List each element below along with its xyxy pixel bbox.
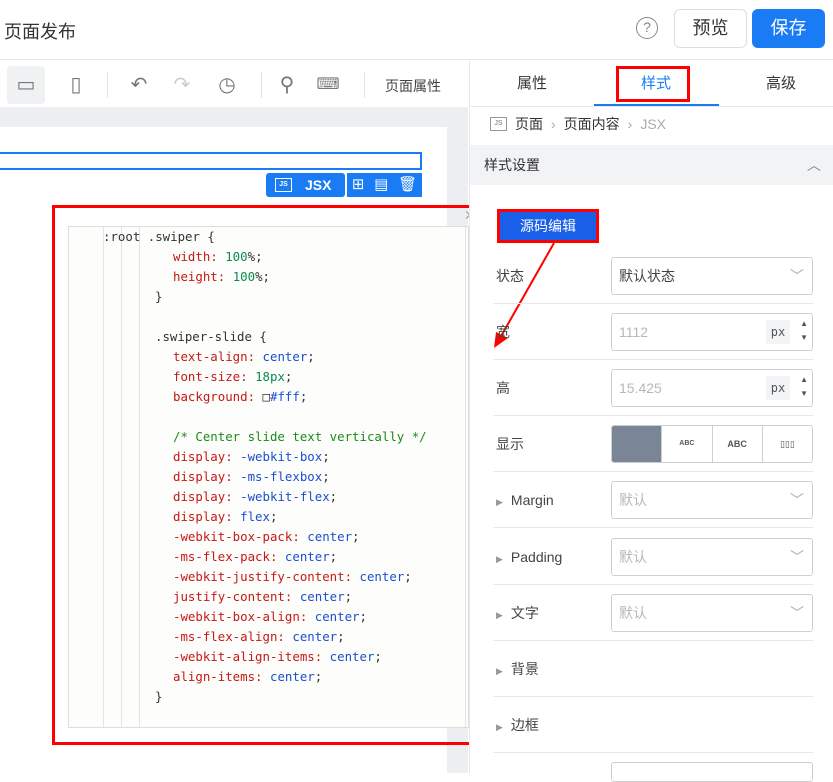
code-line: -webkit-justify-content: center; xyxy=(173,569,412,584)
tab-properties[interactable]: 属性 xyxy=(477,61,587,106)
element-actions: ⊞ ▤ 🗑 xyxy=(347,173,422,197)
keyboard-icon[interactable]: ⌨ xyxy=(309,66,347,104)
height-input[interactable]: 15.425 px ▲ ▼ xyxy=(611,369,813,407)
breadcrumb: JS 页面 › 页面内容 › JSX xyxy=(490,113,666,135)
code-line: width: 100%; xyxy=(173,249,263,264)
style-settings-header[interactable]: 样式设置 ︿ xyxy=(470,145,833,185)
add-icon[interactable]: ⊞ xyxy=(352,173,365,197)
display-inline-block[interactable]: ABC xyxy=(711,426,762,462)
unit-label: px xyxy=(766,320,790,344)
text-row[interactable]: ▶ 文字 默认 ﹀ xyxy=(493,585,813,641)
code-line: -webkit-box-pack: center; xyxy=(173,529,360,544)
code-line: display: -ms-flexbox; xyxy=(173,469,330,484)
unit-label: px xyxy=(766,376,790,400)
state-label: 状态 xyxy=(496,268,524,284)
state-select[interactable]: 默认状态 ﹀ xyxy=(611,257,813,295)
partial-field[interactable] xyxy=(611,762,813,782)
padding-row[interactable]: ▶ Padding 默认 ﹀ xyxy=(493,529,813,585)
jsx-button[interactable]: JS JSX xyxy=(266,173,345,197)
jsx-label: JSX xyxy=(305,177,332,193)
divider xyxy=(364,72,365,98)
display-label: 显示 xyxy=(496,436,524,452)
code-line: display: flex; xyxy=(173,509,278,524)
chevron-up-icon: ︿ xyxy=(807,157,821,173)
code-line: text-align: center; xyxy=(173,349,315,364)
delete-icon[interactable]: 🗑 xyxy=(398,173,417,197)
code-line: background: □#fff; xyxy=(173,389,308,404)
width-label: 宽 xyxy=(496,324,510,340)
code-line: justify-content: center; xyxy=(173,589,353,604)
width-row: 宽 1112 px ▲ ▼ xyxy=(493,304,813,360)
code-content[interactable]: :root .swiper { width: 100%; height: 100%;… xyxy=(103,227,427,707)
breadcrumb-item: JSX xyxy=(640,116,667,132)
redo-icon[interactable]: ↷ xyxy=(163,66,201,104)
code-line: -ms-flex-align: center; xyxy=(173,629,345,644)
stepper-icon: ▲ ▼ xyxy=(800,319,808,342)
selected-element[interactable] xyxy=(0,152,422,170)
js-icon: JS xyxy=(490,117,507,131)
margin-row[interactable]: ▶ Margin 默认 ﹀ xyxy=(493,472,813,528)
chevron-down-icon: ﹀ xyxy=(790,268,804,284)
divider xyxy=(107,72,108,98)
search-icon[interactable]: ⚲ xyxy=(268,66,306,104)
code-line: display: -webkit-flex; xyxy=(173,489,338,504)
copy-icon[interactable]: ▤ xyxy=(374,173,388,197)
display-block[interactable] xyxy=(612,426,662,462)
code-line: .swiper-slide { xyxy=(155,329,267,344)
state-row: 状态 默认状态 ﹀ xyxy=(493,248,813,304)
save-button[interactable]: 保存 xyxy=(752,9,825,48)
code-line: -ms-flex-pack: center; xyxy=(173,549,338,564)
display-inline[interactable]: ABC xyxy=(661,426,711,462)
height-label: 高 xyxy=(496,380,510,396)
code-line: :root .swiper { xyxy=(103,229,215,244)
code-line: } xyxy=(155,289,163,304)
section-title: 样式设置 xyxy=(484,157,540,173)
width-input[interactable]: 1112 px ▲ ▼ xyxy=(611,313,813,351)
tab-advanced[interactable]: 高级 xyxy=(726,61,833,106)
code-line: align-items: center; xyxy=(173,669,323,684)
display-segmented[interactable]: ABC ABC ▯▯▯ xyxy=(611,425,813,463)
desktop-icon[interactable]: ▭ xyxy=(7,66,45,104)
code-line: } xyxy=(155,689,163,704)
margin-label: Margin xyxy=(510,492,554,508)
height-row: 高 15.425 px ▲ ▼ xyxy=(493,360,813,416)
border-row[interactable]: ▶ 边框 xyxy=(493,697,813,753)
history-icon[interactable]: ◷ xyxy=(208,66,246,104)
code-line: -webkit-align-items: center; xyxy=(173,649,382,664)
js-icon: JS xyxy=(275,178,292,192)
text-select[interactable]: 默认 ﹀ xyxy=(611,594,813,632)
background-row[interactable]: ▶ 背景 xyxy=(493,641,813,697)
page-title: 页面发布 xyxy=(4,22,76,42)
border-label: 边框 xyxy=(510,717,539,733)
code-line: display: -webkit-box; xyxy=(173,449,330,464)
help-icon[interactable]: ? xyxy=(636,17,658,39)
annotation-highlight xyxy=(616,66,690,102)
text-label: 文字 xyxy=(510,605,539,621)
code-line: -webkit-box-align: center; xyxy=(173,609,367,624)
mobile-icon[interactable]: ▯ xyxy=(57,66,95,104)
code-editor[interactable]: :root .swiper { width: 100%; height: 100%;… xyxy=(68,226,469,728)
preview-button[interactable]: 预览 xyxy=(674,9,747,48)
undo-icon[interactable]: ↶ xyxy=(120,66,158,104)
padding-select[interactable]: 默认 ﹀ xyxy=(611,538,813,576)
margin-select[interactable]: 默认 ﹀ xyxy=(611,481,813,519)
source-edit-button[interactable]: 源码编辑 xyxy=(497,209,599,243)
breadcrumb-item[interactable]: 页面 xyxy=(515,114,543,134)
display-row: 显示 ABC ABC ▯▯▯ xyxy=(493,416,813,472)
code-line: font-size: 18px; xyxy=(173,369,293,384)
display-flex[interactable]: ▯▯▯ xyxy=(761,426,812,462)
stepper-icon: ▲ ▼ xyxy=(800,375,808,398)
divider xyxy=(261,72,262,98)
code-line: height: 100%; xyxy=(173,269,270,284)
background-label: 背景 xyxy=(510,661,539,677)
code-line: /* Center slide text vertically */ xyxy=(173,429,427,444)
page-properties-button[interactable]: 页面属性 xyxy=(385,76,441,96)
breadcrumb-item[interactable]: 页面内容 xyxy=(564,114,620,134)
source-edit-label: 源码编辑 xyxy=(500,212,596,240)
padding-label: Padding xyxy=(510,549,563,565)
